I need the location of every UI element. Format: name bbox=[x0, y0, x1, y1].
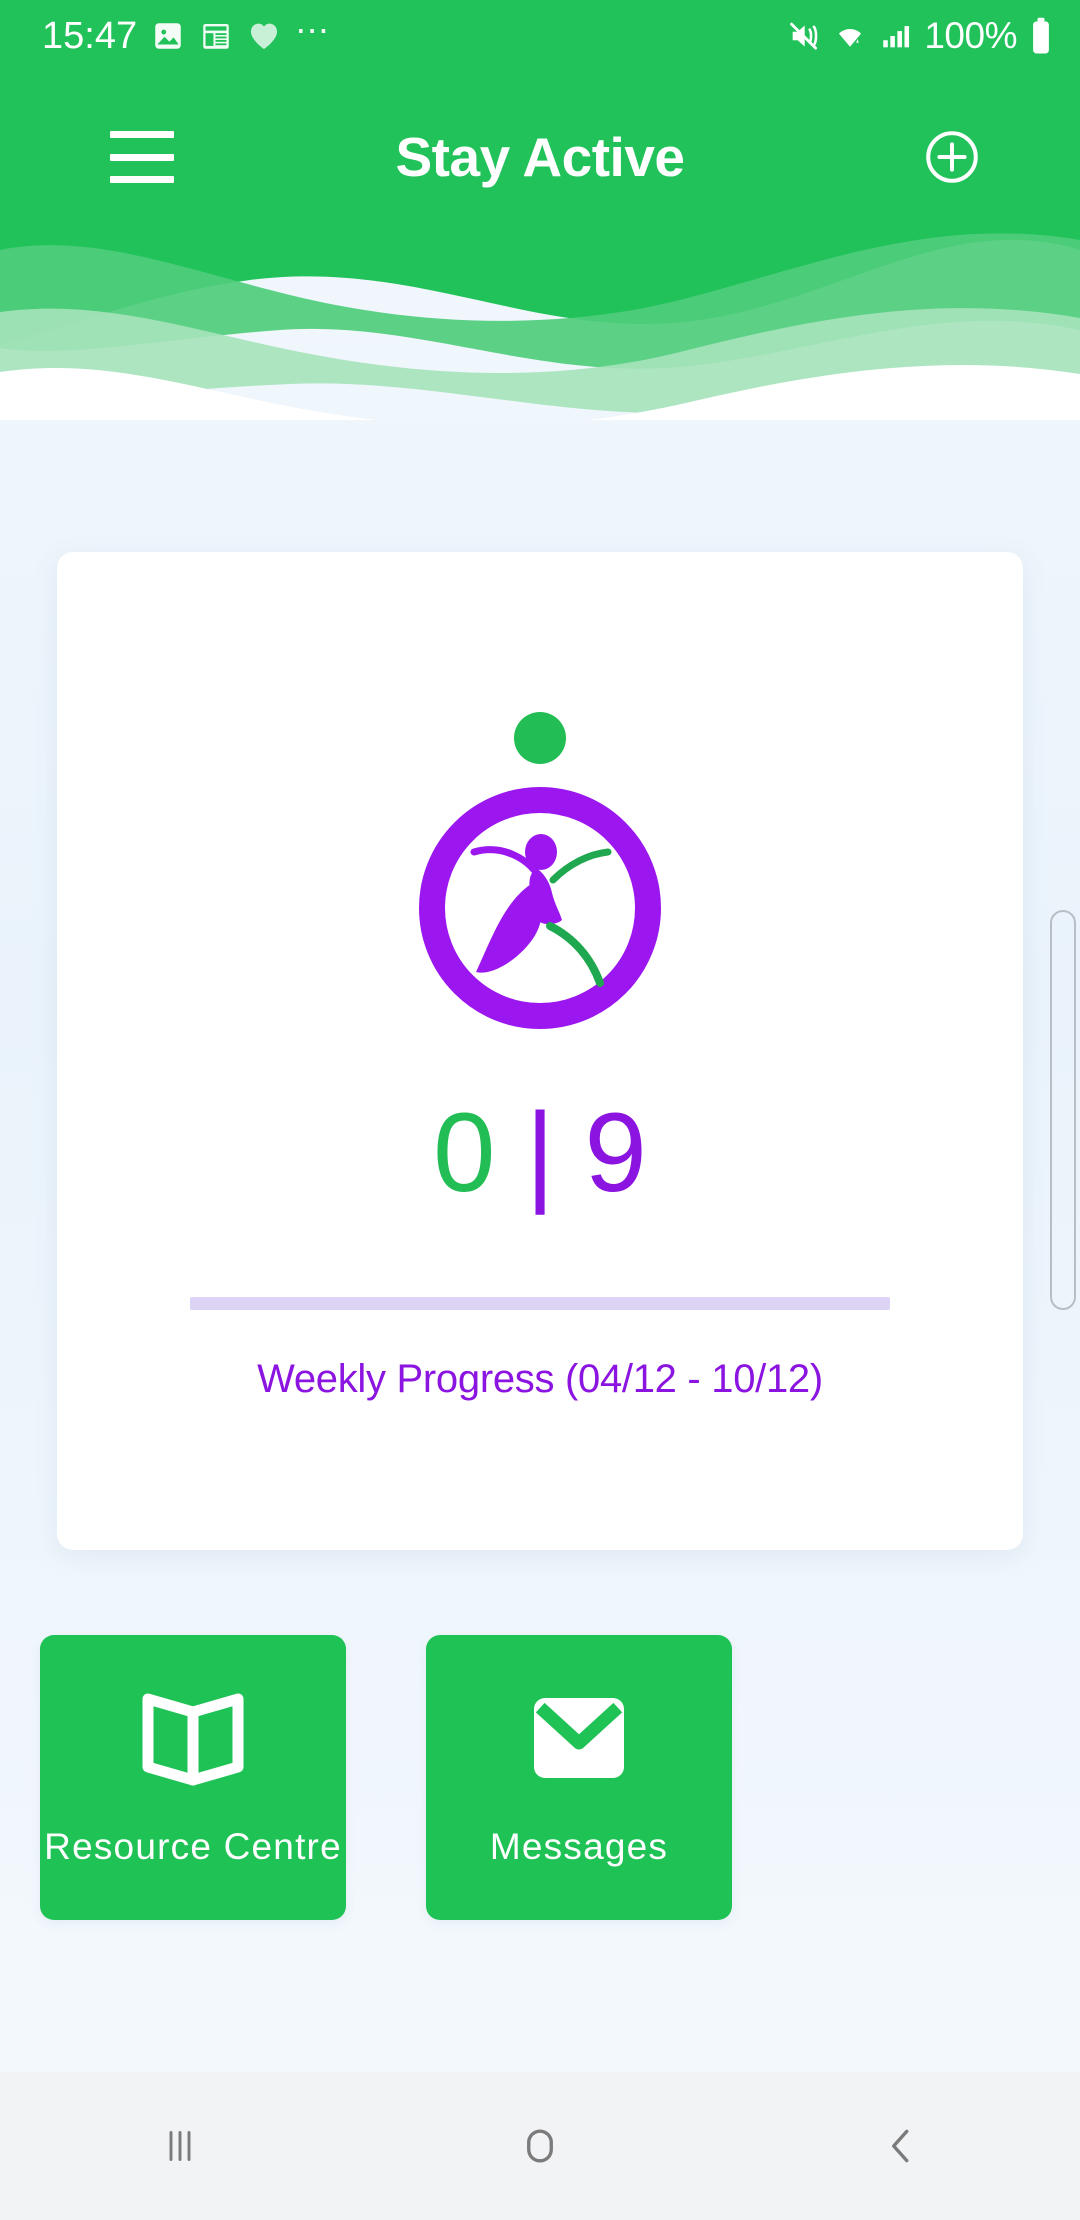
resource-centre-tile[interactable]: Resource Centre bbox=[40, 1635, 346, 1920]
page-title: Stay Active bbox=[395, 126, 686, 188]
status-bar-right: 100% bbox=[787, 15, 1054, 57]
score-separator: | bbox=[525, 1090, 555, 1215]
heart-icon bbox=[247, 19, 281, 53]
weekly-progress-label: Weekly Progress (04/12 - 10/12) bbox=[257, 1357, 823, 1401]
app-bar: Stay Active bbox=[0, 72, 1080, 242]
back-icon[interactable] bbox=[720, 2072, 1080, 2220]
wifi-icon bbox=[832, 19, 868, 53]
messages-tile[interactable]: Messages bbox=[426, 1635, 732, 1920]
scrollbar[interactable] bbox=[1050, 910, 1076, 1310]
progress-bar bbox=[190, 1297, 890, 1310]
plus-circle-icon[interactable] bbox=[924, 129, 980, 185]
score-completed: 0 bbox=[433, 1090, 496, 1215]
status-clock: 15:47 bbox=[42, 15, 138, 57]
score-goal: 9 bbox=[584, 1090, 647, 1215]
envelope-icon bbox=[520, 1692, 638, 1784]
quick-action-tiles: Resource Centre Messages bbox=[40, 1635, 1040, 1920]
open-book-icon bbox=[134, 1692, 252, 1786]
more-dots-icon: ⋯ bbox=[295, 11, 332, 50]
logo-dot bbox=[514, 712, 566, 764]
calendar-note-icon bbox=[199, 19, 233, 53]
recents-icon[interactable] bbox=[0, 2072, 360, 2220]
home-icon[interactable] bbox=[360, 2072, 720, 2220]
messages-label: Messages bbox=[489, 1826, 669, 1867]
battery-percent-label: 100% bbox=[924, 15, 1017, 56]
resource-centre-label: Resource Centre bbox=[44, 1826, 342, 1867]
weekly-score: 0 | 9 bbox=[57, 1097, 1023, 1209]
image-icon bbox=[151, 19, 185, 53]
android-nav-bar bbox=[0, 2072, 1080, 2220]
weekly-progress-card: 0 | 9 Weekly Progress (04/12 - 10/12) bbox=[57, 552, 1023, 1550]
battery-icon bbox=[1028, 17, 1054, 55]
mute-vibrate-icon bbox=[787, 19, 821, 53]
phone-screen: 15:47 ⋯ 100% Stay Active 0 | 9 Weekly Pr… bbox=[0, 0, 1080, 2220]
stay-active-logo bbox=[57, 700, 1023, 1040]
cellular-signal-icon bbox=[879, 19, 913, 53]
status-bar-left: 15:47 ⋯ bbox=[42, 11, 787, 57]
status-bar: 15:47 ⋯ 100% bbox=[0, 0, 1080, 72]
